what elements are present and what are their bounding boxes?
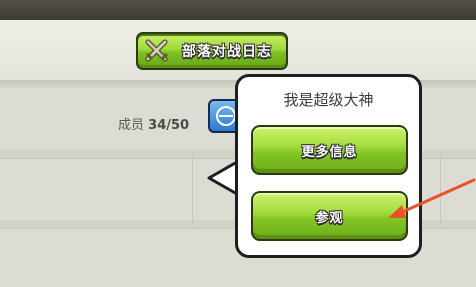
member-count: 成员 34/50: [118, 114, 189, 133]
popup-title: 我是超级大神: [283, 91, 374, 109]
column-divider: [192, 155, 193, 225]
member-count-label: 成员: [118, 118, 145, 133]
more-info-label: 更多信息: [301, 144, 358, 160]
crossed-swords-icon: [144, 38, 170, 64]
annotation-arrow-icon: [380, 178, 476, 228]
member-count-value: 34/50: [148, 118, 190, 133]
war-log-label: 部落对战日志: [182, 44, 272, 60]
member-popup: 我是超级大神 更多信息 参观: [235, 74, 422, 258]
visit-label: 参观: [315, 210, 344, 226]
minus-bar: [219, 115, 233, 117]
more-info-button[interactable]: 更多信息: [251, 125, 408, 175]
top-bar: [0, 0, 476, 20]
war-log-button[interactable]: 部落对战日志: [136, 32, 288, 70]
